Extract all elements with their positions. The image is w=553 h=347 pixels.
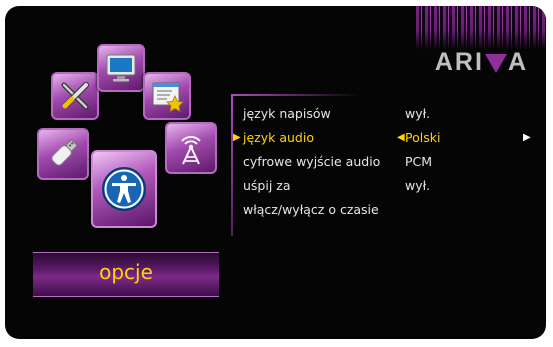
menu-item-value: PCM [405, 154, 433, 169]
menu-item-label: włącz/wyłącz o czasie [243, 202, 379, 217]
screenshot-frame: ARI A opcje język napisów wył. ▶ język a… [0, 0, 553, 347]
decorative-stripes [416, 6, 546, 50]
menu-item-label: język napisów [243, 106, 331, 121]
selection-pointer-icon: ▶ [233, 132, 241, 143]
menu-divider-horizontal [231, 94, 361, 96]
menu-item-label: język audio [243, 130, 314, 145]
menu-item-value: wył. [405, 178, 431, 193]
page-title: opcje [99, 260, 153, 284]
favorites-window-icon[interactable] [143, 72, 191, 120]
brand-logo: ARI A [435, 48, 528, 77]
accessibility-person-icon[interactable] [91, 150, 157, 228]
tools-icon[interactable] [51, 72, 99, 120]
menu-item-value: wył. [405, 106, 431, 121]
logo-v-mark [484, 53, 507, 73]
section-title-bar: opcje [33, 252, 219, 297]
logo-text-prefix: ARI [434, 48, 484, 76]
menu-item-label: uśpij za [243, 178, 291, 193]
right-arrow-icon[interactable]: ▶ [523, 132, 531, 143]
usb-stick-icon[interactable] [37, 128, 89, 180]
left-arrow-icon[interactable]: ◀ [397, 132, 405, 143]
settings-menu: język napisów wył. ▶ język audio ◀ Polsk… [231, 94, 546, 236]
menu-divider-vertical [231, 94, 233, 236]
menu-item-value: Polski [405, 130, 441, 145]
tv-screen: ARI A opcje język napisów wył. ▶ język a… [5, 6, 546, 339]
antenna-tower-icon[interactable] [165, 122, 217, 174]
logo-text-suffix: A [507, 48, 528, 76]
menu-item-label: cyfrowe wyjście audio [243, 154, 381, 169]
tv-monitor-icon[interactable] [97, 44, 145, 92]
